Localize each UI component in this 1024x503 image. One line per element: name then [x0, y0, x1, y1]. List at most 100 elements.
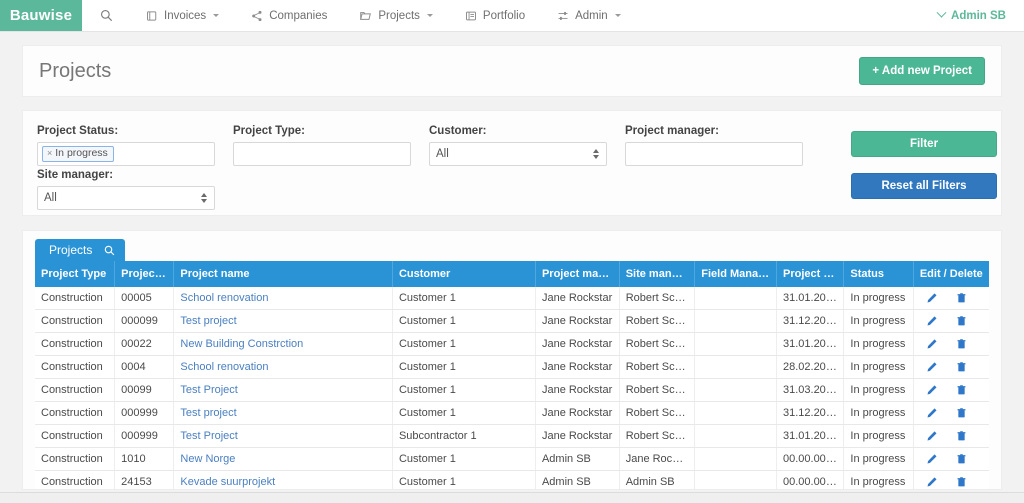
tab-projects[interactable]: Projects — [35, 239, 126, 261]
select-arrows-icon — [201, 193, 207, 203]
col-edit-delete: Edit / Delete — [913, 261, 989, 287]
trash-icon[interactable] — [956, 453, 967, 465]
cell-project-name[interactable]: Test project — [173, 401, 393, 425]
col-project-code[interactable]: Project code — [114, 261, 175, 287]
chevron-down-icon — [213, 14, 220, 17]
cell-status: In progress — [843, 470, 914, 489]
cell-project-name[interactable]: Test project — [173, 309, 393, 333]
cell-project-name[interactable]: Test Project — [173, 424, 393, 448]
cell-status: In progress — [843, 309, 914, 333]
cell-project-manager: Jane Rockstar — [535, 378, 620, 402]
table-row[interactable]: Construction 00099 Test Project Customer 1J… — [35, 378, 989, 402]
trash-icon[interactable] — [956, 338, 967, 350]
cell-project-name[interactable]: New Building Constrction — [173, 332, 393, 356]
cell-customer: Subcontractor 1 — [392, 424, 536, 448]
pencil-icon[interactable] — [926, 338, 938, 350]
project-name-link[interactable]: Test project — [180, 315, 236, 327]
nav-search-button[interactable] — [82, 0, 130, 31]
table-row[interactable]: Construction 0004 School renovation Custome… — [35, 355, 989, 379]
project-name-link[interactable]: Test Project — [180, 384, 237, 396]
col-project-type[interactable]: Project Type — [35, 261, 116, 287]
cell-project-name[interactable]: Kevade suurprojekt — [173, 470, 393, 489]
cell-field-manager — [694, 309, 777, 333]
trash-icon[interactable] — [956, 315, 967, 327]
customer-select[interactable]: All — [429, 142, 607, 166]
project-name-link[interactable]: Test Project — [180, 430, 237, 442]
pencil-icon[interactable] — [926, 407, 938, 419]
pencil-icon[interactable] — [926, 453, 938, 465]
filter-label-site-manager: Site manager: — [37, 169, 114, 181]
status-token[interactable]: × In progress — [42, 145, 114, 163]
project-name-link[interactable]: Test project — [180, 407, 236, 419]
nav-item-projects[interactable]: Projects — [343, 0, 449, 31]
pencil-icon[interactable] — [926, 430, 938, 442]
project-name-link[interactable]: School renovation — [180, 292, 268, 304]
cell-project-name[interactable]: New Norge — [173, 447, 393, 471]
col-project-manager[interactable]: Project manager — [535, 261, 620, 287]
table-header-row: Project Type Project code Project name C… — [35, 261, 989, 287]
pencil-icon[interactable] — [926, 315, 938, 327]
search-icon[interactable] — [104, 245, 115, 256]
project-manager-input[interactable] — [625, 142, 803, 166]
trash-icon[interactable] — [956, 361, 967, 373]
cell-field-manager — [694, 355, 777, 379]
cell-project-name[interactable]: School renovation — [173, 287, 393, 310]
cell-edit-delete — [913, 401, 989, 425]
brand-logo[interactable]: Bauwise — [0, 0, 82, 31]
cell-edit-delete — [913, 378, 989, 402]
project-name-link[interactable]: Kevade suurprojekt — [180, 476, 275, 488]
table-row[interactable]: Construction 1010 New Norge Customer 1 Admin… — [35, 447, 989, 471]
pencil-icon[interactable] — [926, 292, 938, 304]
add-new-project-button[interactable]: + Add new Project — [859, 57, 985, 85]
project-name-link[interactable]: New Norge — [180, 453, 235, 465]
trash-icon[interactable] — [956, 292, 967, 304]
project-name-link[interactable]: New Building Constrction — [180, 338, 303, 350]
reset-all-filters-button[interactable]: Reset all Filters — [851, 173, 997, 199]
table-row[interactable]: Construction 000999 Test project Customer 1… — [35, 401, 989, 425]
pencil-icon[interactable] — [926, 361, 938, 373]
cell-project-code: 24153 — [114, 470, 175, 489]
cell-status: In progress — [843, 287, 914, 310]
trash-icon[interactable] — [956, 430, 967, 442]
table-row[interactable]: Construction 000999 Test Project Subcontrac… — [35, 424, 989, 448]
filter-label-project-status: Project Status: — [37, 125, 119, 137]
col-site-manager[interactable]: Site manager — [619, 261, 696, 287]
cell-project-type: Construction — [35, 287, 116, 310]
nav-item-companies[interactable]: Companies — [235, 0, 343, 31]
nav-item-invoices[interactable]: Invoices — [130, 0, 235, 31]
cell-site-manager: Robert Schmidt — [619, 378, 696, 402]
select-arrows-icon — [593, 149, 599, 159]
user-menu[interactable]: Admin SB — [936, 0, 1024, 31]
nav-item-portfolio[interactable]: Portfolio — [449, 0, 541, 31]
col-status[interactable]: Status — [843, 261, 914, 287]
table-row[interactable]: Construction 24153 Kevade suurprojekt Custo… — [35, 470, 989, 489]
trash-icon[interactable] — [956, 384, 967, 396]
project-status-input[interactable]: × In progress — [37, 142, 215, 166]
col-customer[interactable]: Customer — [392, 261, 536, 287]
table-row[interactable]: Construction 00005 School renovation Custom… — [35, 287, 989, 310]
user-name: Admin SB — [951, 9, 1006, 22]
trash-icon[interactable] — [956, 476, 967, 488]
site-manager-select[interactable]: All — [37, 186, 215, 210]
nav-item-admin[interactable]: Admin — [541, 0, 637, 31]
col-project-deadline[interactable]: Project Dea... — [776, 261, 845, 287]
cell-project-name[interactable]: Test Project — [173, 378, 393, 402]
page-title: Projects — [39, 59, 112, 82]
cell-status: In progress — [843, 332, 914, 356]
cell-customer: Customer 1 — [392, 401, 536, 425]
pencil-icon[interactable] — [926, 476, 938, 488]
table-row[interactable]: Construction 000099 Test project Customer 1… — [35, 309, 989, 333]
pencil-icon[interactable] — [926, 384, 938, 396]
col-field-manager[interactable]: Field Manager — [694, 261, 777, 287]
col-project-name[interactable]: Project name — [173, 261, 393, 287]
cell-project-name[interactable]: School renovation — [173, 355, 393, 379]
remove-token-icon[interactable]: × — [47, 148, 52, 159]
trash-icon[interactable] — [956, 407, 967, 419]
cell-project-code: 0004 — [114, 355, 175, 379]
table-row[interactable]: Construction 00022 New Building Constrctio… — [35, 332, 989, 356]
filter-project-manager: Project manager: — [625, 125, 803, 166]
project-type-input[interactable] — [233, 142, 411, 166]
cell-edit-delete — [913, 309, 989, 333]
filter-button[interactable]: Filter — [851, 131, 997, 157]
project-name-link[interactable]: School renovation — [180, 361, 268, 373]
